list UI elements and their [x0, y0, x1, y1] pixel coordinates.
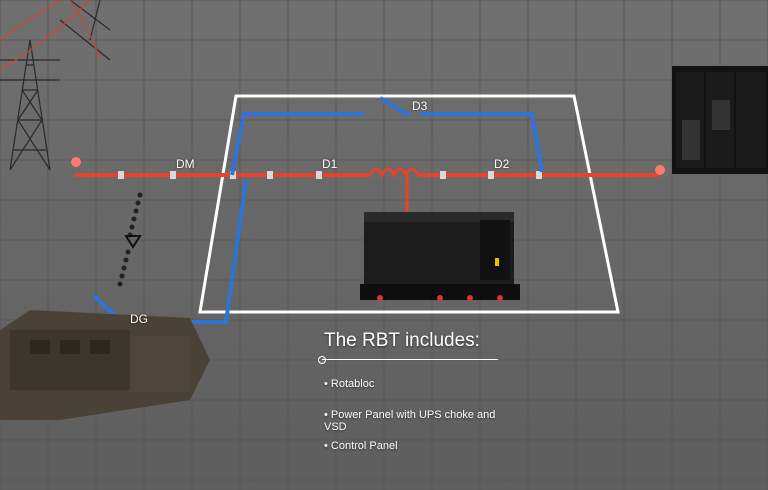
server-cabinet	[672, 66, 768, 174]
caption-item: • Power Panel with UPS choke and VSD	[324, 409, 496, 433]
label-d2: D2	[494, 157, 510, 171]
rbt-caption: The RBT includes: • Rotabloc • Power Pan…	[318, 330, 518, 471]
label-d3: D3	[412, 99, 428, 113]
label-d1: D1	[322, 157, 338, 171]
rbt-machine	[360, 212, 520, 301]
label-dm: DM	[176, 157, 195, 171]
caption-item: • Control Panel	[324, 440, 398, 452]
caption-divider	[318, 356, 518, 364]
caption-item: • Rotabloc	[324, 378, 375, 390]
label-dg: DG	[130, 312, 148, 326]
caption-title: The RBT includes:	[324, 330, 480, 351]
